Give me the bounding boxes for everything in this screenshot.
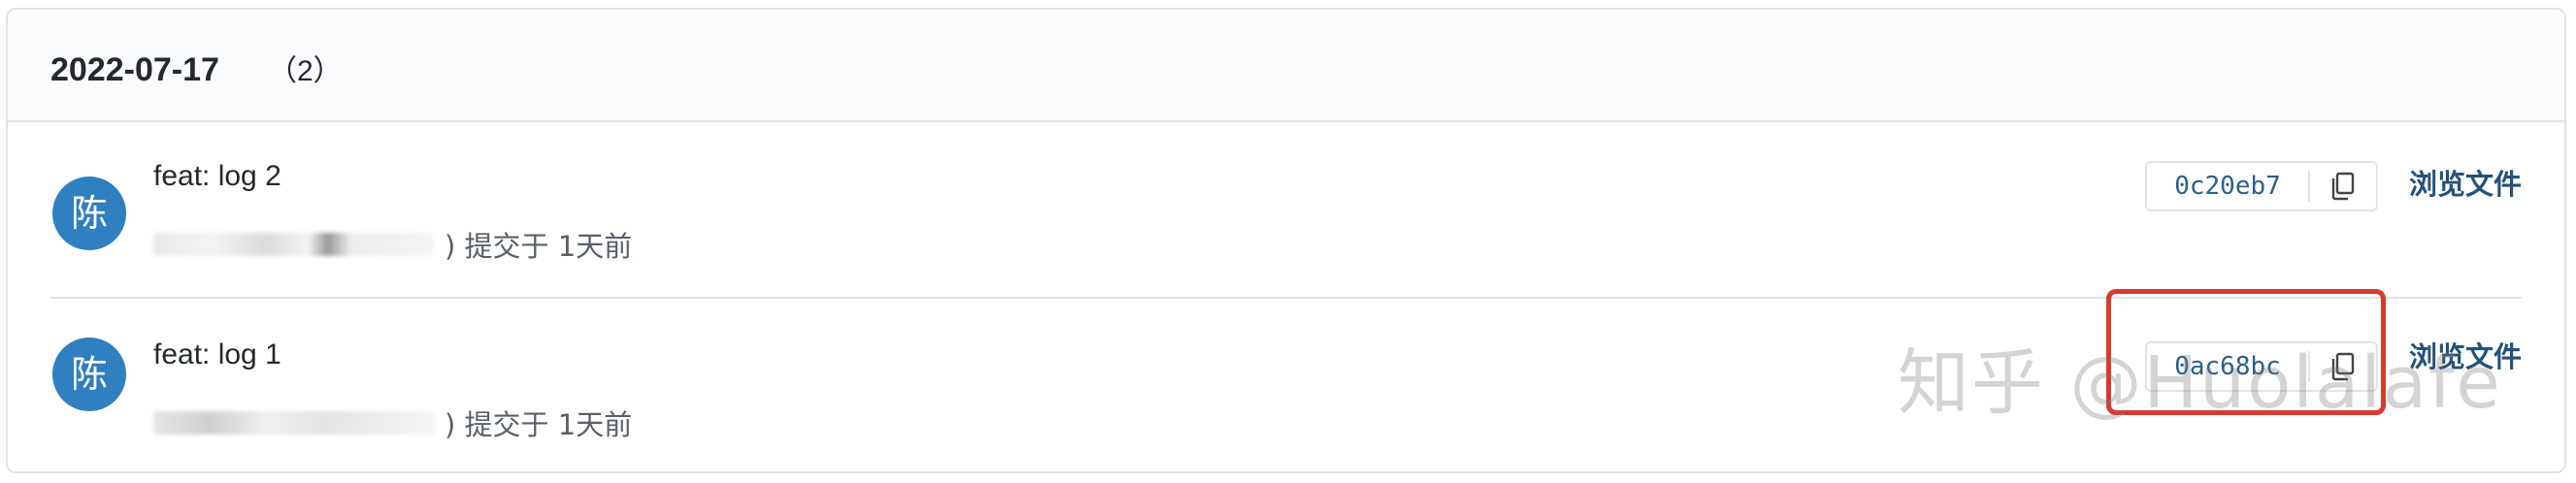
commit-meta: ) 提交于 1天前 [153,405,633,441]
commit-sha-link[interactable]: 0c20eb7 [2147,172,2308,201]
commit-meta: ) 提交于 1天前 [153,227,633,263]
copy-sha-button[interactable] [2310,163,2376,209]
copy-icon [2331,172,2355,201]
commit-row: 陈 feat: log 2 ) 提交于 1天前 0c20eb7 浏览文件 [50,122,2522,299]
avatar[interactable]: 陈 [52,338,126,411]
commit-message[interactable]: feat: log 1 [153,338,281,372]
browse-files-link[interactable]: 浏览文件 [2409,165,2522,204]
sha-box: 0c20eb7 [2145,161,2378,211]
commit-time: ) 提交于 1天前 [445,408,633,441]
commit-time: ) 提交于 1天前 [445,230,633,263]
redacted-author [153,233,435,256]
group-commit-count: （2） [268,55,343,87]
watermark: 知乎 @Huolalafe [1898,341,2502,425]
date-group-header: 2022-07-17 （2） [8,10,2564,122]
avatar[interactable]: 陈 [52,177,126,250]
redacted-author [153,411,435,435]
commit-message[interactable]: feat: log 2 [153,159,281,194]
group-date: 2022-07-17 [50,51,219,88]
